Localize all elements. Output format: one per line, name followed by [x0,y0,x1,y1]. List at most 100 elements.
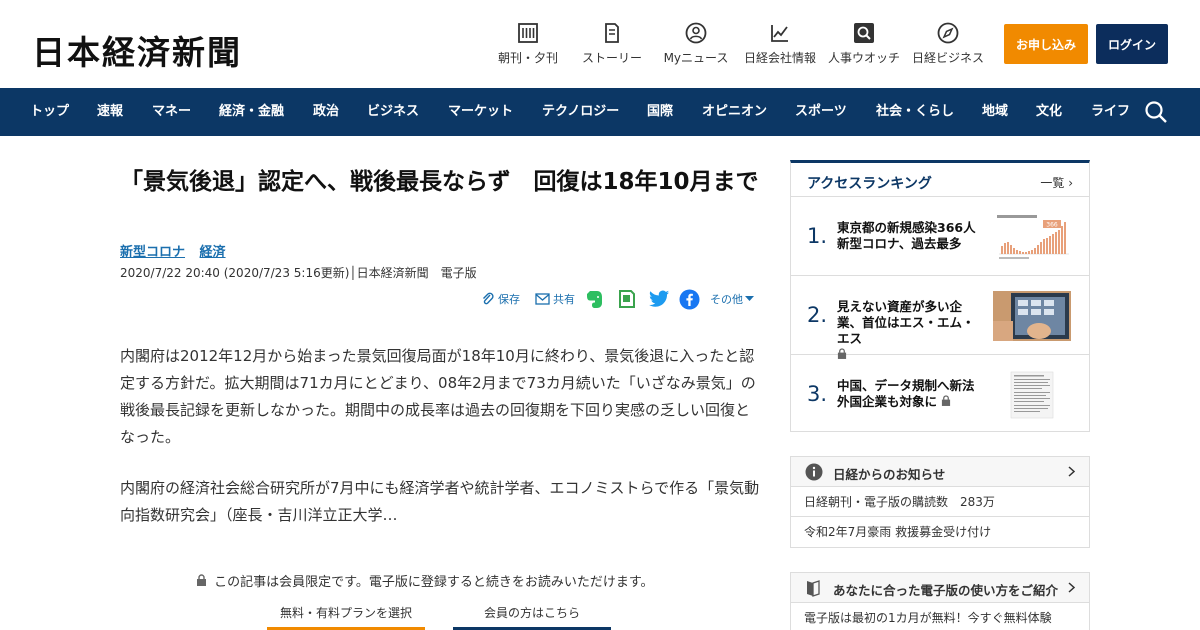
login-button[interactable]: ログイン [1096,24,1168,64]
evernote-button[interactable] [586,288,607,310]
member-only-text: この記事は会員限定です。電子版に登録すると続きをお読みいただけます。 [214,575,654,590]
notice-row[interactable]: 日経朝刊・電子版の購読数 283万 [791,487,1089,517]
nav-item-politics[interactable]: 政治 [313,88,339,136]
nav-item-life[interactable]: ライフ [1091,88,1130,136]
nav-item-society[interactable]: 社会・くらし [876,88,954,136]
tag-link-covid[interactable]: 新型コロナ [120,245,185,260]
search-icon[interactable] [1144,100,1168,124]
nav-item-market[interactable]: マーケット [448,88,513,136]
twitter-button[interactable] [649,288,673,310]
ranking-headline: 見えない資産が多い企業、首位はエス・エム・エス [837,299,983,363]
guide-row[interactable]: 電子版は最初の1カ月が無料！今すぐ無料体験 [791,603,1089,630]
notice-header[interactable]: 日経からのお知らせ [791,457,1089,487]
ranking-header: アクセスランキング 一覧 › [791,163,1089,197]
member-login-button[interactable]: 会員の方はこちら [453,600,611,630]
guide-title: あなたに合った電子版の使い方をご紹介 [833,583,1059,598]
chevron-right-icon: › [1068,176,1073,190]
covid-chart-thumbnail: 366 [993,212,1071,262]
article-paragraph: 内閣府の経済社会総合研究所が7月中にも経済学者や統計学者、エコノミストらで作る「… [120,479,760,524]
chevron-right-icon [1068,582,1075,593]
book-icon [807,580,820,597]
memo-icon [619,290,635,308]
document-thumbnail [993,370,1071,420]
facebook-button[interactable] [679,288,703,310]
mail-icon [535,293,550,305]
nav-item-money[interactable]: マネー [152,88,191,136]
evernote-icon [587,291,602,308]
ranking-more-label: 一覧 [1040,176,1065,190]
article-paragraph: 内閣府は2012年12月から始まった景気回復局面が18年10月に終わり、景気後退… [120,347,756,446]
magnifier-icon [854,23,874,43]
select-plan-button[interactable]: 無料・有料プランを選択 [267,600,425,630]
header-nav-company-info[interactable]: 日経会社情報 [742,22,818,68]
more-label: その他 [710,293,743,306]
header-nav-print-edition[interactable]: 朝刊・夕刊 [496,22,560,68]
header-nav-personnel-watch[interactable]: 人事ウオッチ [826,22,902,68]
nav-item-breaking[interactable]: 速報 [97,88,123,136]
save-button[interactable]: 保存 [481,288,520,310]
caret-down-icon [745,296,754,301]
thumbnail-count: 366 [1046,222,1058,229]
more-share-button[interactable]: その他 [710,288,757,310]
nav-item-culture[interactable]: 文化 [1036,88,1062,136]
header-nav-label: 朝刊・夕刊 [497,51,558,65]
ranking-headline: 中国、データ規制へ新法 外国企業も対象に [837,378,987,410]
lock-icon [197,574,206,586]
nav-item-business[interactable]: ビジネス [367,88,419,136]
nav-item-top[interactable]: トップ [30,88,69,136]
ranking-headline: 東京都の新規感染366人 新型コロナ、過去最多 [837,220,989,251]
header-nav-nikkei-business[interactable]: 日経ビジネス [910,22,986,68]
info-icon [805,463,823,481]
chart-icon [771,25,788,42]
header-nav-label: 日経会社情報 [743,51,816,65]
article-meta: 2020/7/22 20:40 (2020/7/23 5:16更新)│日本経済新… [120,266,477,280]
digital-guide-box: あなたに合った電子版の使い方をご紹介 電子版は最初の1カ月が無料！今すぐ無料体験 [790,572,1090,630]
article-tags: 新型コロナ 経済 [120,241,236,260]
header-nav-label: 人事ウオッチ [827,51,900,65]
save-label: 保存 [498,293,520,306]
newspaper-icon [518,23,538,43]
nav-item-international[interactable]: 国際 [647,88,673,136]
main-nav: トップ 速報 マネー 経済・金融 政治 ビジネス マーケット テクノロジー 国際… [0,88,1200,136]
facebook-icon [679,289,700,309]
ranking-item[interactable]: 1. 東京都の新規感染366人 新型コロナ、過去最多 366 [791,198,1089,276]
chevron-right-icon [1068,466,1075,477]
site-header: 日本経済新聞 朝刊・夕刊 ストーリー Myニュース 日経会社情報 人事ウオッチ … [0,0,1200,88]
article-title: 「景気後退」認定へ、戦後最長ならず 回復は18年10月まで [120,169,759,195]
book-icon [605,23,619,43]
member-only-notice: この記事は会員限定です。電子版に登録すると続きをお読みいただけます。 [196,571,654,590]
share-label: 共有 [553,293,575,306]
nikkei-notice-box: 日経からのお知らせ 日経朝刊・電子版の購読数 283万 令和2年7月豪雨 救援募… [790,456,1090,548]
guide-header[interactable]: あなたに合った電子版の使い方をご紹介 [791,573,1089,603]
nav-item-economy[interactable]: 経済・金融 [219,88,284,136]
nav-item-opinion[interactable]: オピニオン [702,88,767,136]
notice-title: 日経からのお知らせ [833,467,946,482]
tablet-photo-thumbnail [993,291,1071,341]
ranking-item[interactable]: 2. 見えない資産が多い企業、首位はエス・エム・エス [791,277,1089,359]
site-logo[interactable]: 日本経済新聞 [32,26,242,74]
header-nav-label: Myニュース [663,51,729,65]
apply-button[interactable]: お申し込み [1004,24,1088,64]
lock-icon [942,395,951,406]
header-nav-story[interactable]: ストーリー [580,22,644,68]
header-nav-my-news[interactable]: Myニュース [660,22,732,68]
ranking-title: アクセスランキング [807,176,932,192]
notice-row[interactable]: 令和2年7月豪雨 救援募金受け付け [791,517,1089,547]
ranking-number: 1. [807,224,828,248]
ranking-number: 2. [807,303,828,327]
memo-button[interactable] [618,288,639,310]
header-nav-label: 日経ビジネス [911,51,984,65]
tag-link-economy[interactable]: 経済 [200,245,226,260]
twitter-icon [649,290,670,307]
paperclip-icon [482,292,494,305]
header-nav-label: ストーリー [581,51,642,65]
ranking-item[interactable]: 3. 中国、データ規制へ新法 外国企業も対象に [791,356,1089,434]
nav-item-technology[interactable]: テクノロジー [542,88,619,136]
ranking-number: 3. [807,382,828,406]
ranking-more-link[interactable]: 一覧 › [1040,174,1073,191]
nav-item-region[interactable]: 地域 [982,88,1008,136]
share-button[interactable]: 共有 [535,288,575,310]
compass-icon [937,22,959,44]
nav-item-sports[interactable]: スポーツ [795,88,847,136]
ranking-headline-text: 見えない資産が多い企業、首位はエス・エム・エス [837,299,975,346]
